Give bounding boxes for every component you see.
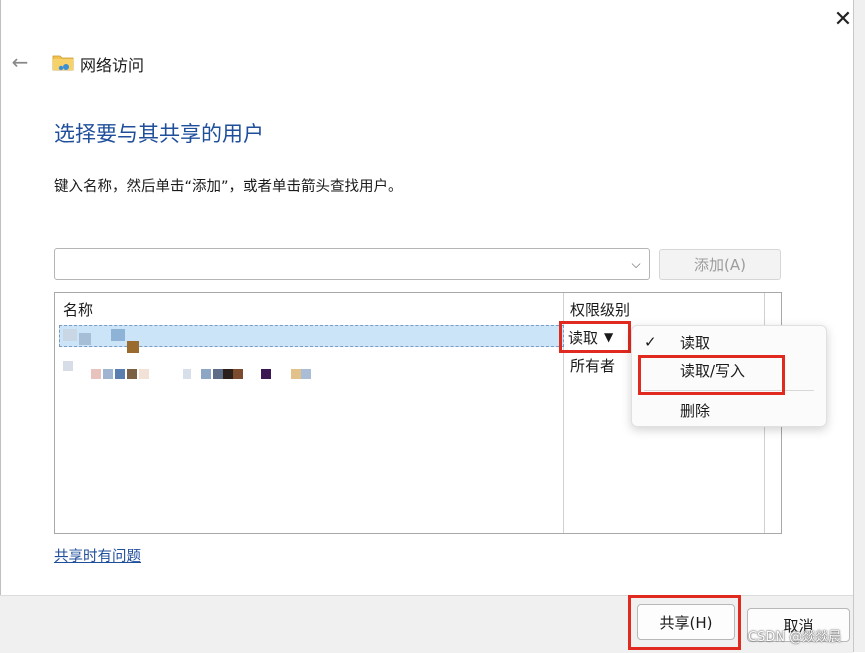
window-title: 网络访问 xyxy=(80,56,145,75)
menu-item-label: 删除 xyxy=(680,401,711,420)
window-left-border xyxy=(0,0,1,652)
redacted-name-blur xyxy=(115,369,125,379)
redacted-name-blur xyxy=(111,329,125,341)
permission-dropdown[interactable]: 读取 ▼ xyxy=(559,321,631,353)
close-button[interactable]: ✕ xyxy=(822,0,864,38)
instruction-text: 键入名称，然后单击“添加”，或者单击箭头查找用户。 xyxy=(54,179,403,195)
network-folder-icon xyxy=(52,55,74,71)
redacted-name-blur xyxy=(201,369,211,379)
redacted-name-blur xyxy=(139,369,149,379)
annotation-highlight-box xyxy=(638,355,785,395)
menu-item-remove[interactable]: 删除 xyxy=(632,397,826,423)
permission-owner-text: 所有者 xyxy=(570,357,616,375)
redacted-name-blur xyxy=(127,369,137,379)
redacted-name-blur xyxy=(213,369,223,379)
permission-value: 读取 xyxy=(568,328,599,347)
back-button[interactable]: ← xyxy=(8,50,32,74)
redacted-name-blur xyxy=(63,329,77,341)
redacted-name-blur xyxy=(291,369,301,379)
watermark-text: CSDN @燚燚晨 xyxy=(748,630,842,645)
check-icon: ✓ xyxy=(644,333,657,351)
sharing-help-link[interactable]: 共享时有问题 xyxy=(54,545,141,566)
redacted-name-blur xyxy=(91,369,101,379)
menu-item-read[interactable]: ✓ 读取 xyxy=(632,329,826,355)
close-icon: ✕ xyxy=(833,6,853,32)
redacted-name-blur xyxy=(261,369,271,379)
annotation-highlight-box xyxy=(628,595,741,650)
user-name-combobox[interactable]: ⌵ xyxy=(54,248,650,280)
caret-down-icon: ▼ xyxy=(604,330,614,344)
redacted-name-blur xyxy=(103,369,113,379)
redacted-name-blur xyxy=(63,361,73,371)
redacted-name-blur xyxy=(223,369,233,379)
chevron-down-icon[interactable]: ⌵ xyxy=(627,255,645,273)
user-name-input[interactable] xyxy=(61,254,625,276)
redacted-name-blur xyxy=(233,369,243,379)
redacted-name-blur xyxy=(183,369,191,379)
redacted-name-blur xyxy=(301,369,311,379)
back-arrow-icon: ← xyxy=(11,50,29,74)
redacted-name-blur xyxy=(127,341,139,353)
window-right-edge xyxy=(853,0,865,652)
redacted-name-blur xyxy=(79,333,91,345)
page-heading: 选择要与其共享的用户 xyxy=(54,122,264,146)
column-header-name[interactable]: 名称 xyxy=(63,299,93,320)
add-button: 添加(A) xyxy=(659,249,781,280)
menu-item-label: 读取 xyxy=(680,333,711,352)
column-header-permission[interactable]: 权限级别 xyxy=(570,299,630,320)
